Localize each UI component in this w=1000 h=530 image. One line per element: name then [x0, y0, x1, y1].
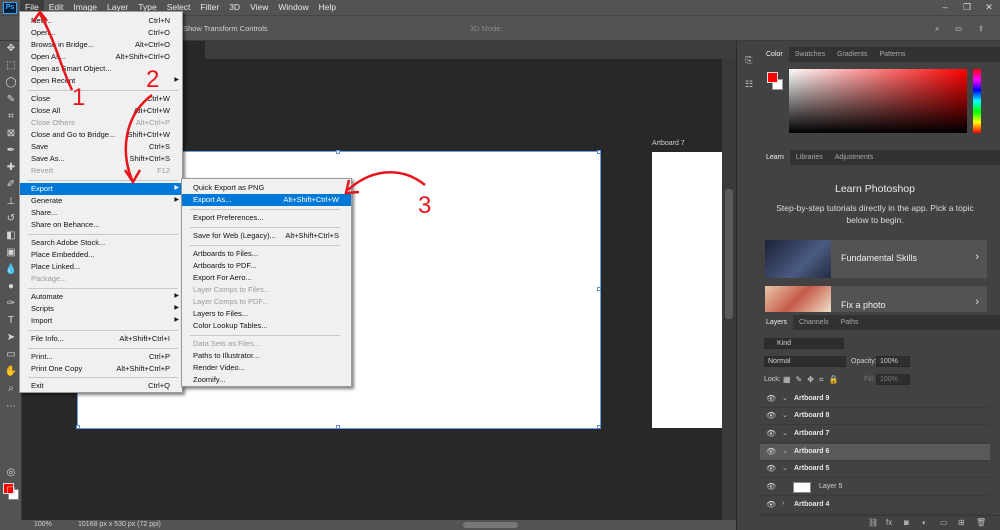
annotation-number-2: 2	[146, 66, 160, 93]
annotation-arrow-3	[347, 171, 426, 191]
annotation-arrow-2	[124, 93, 153, 181]
annotation-arrowhead-2	[123, 169, 142, 185]
annotation-arrow-1	[38, 13, 74, 91]
annotation-number-1: 1	[72, 84, 86, 111]
annotation-number-3: 3	[418, 192, 432, 219]
